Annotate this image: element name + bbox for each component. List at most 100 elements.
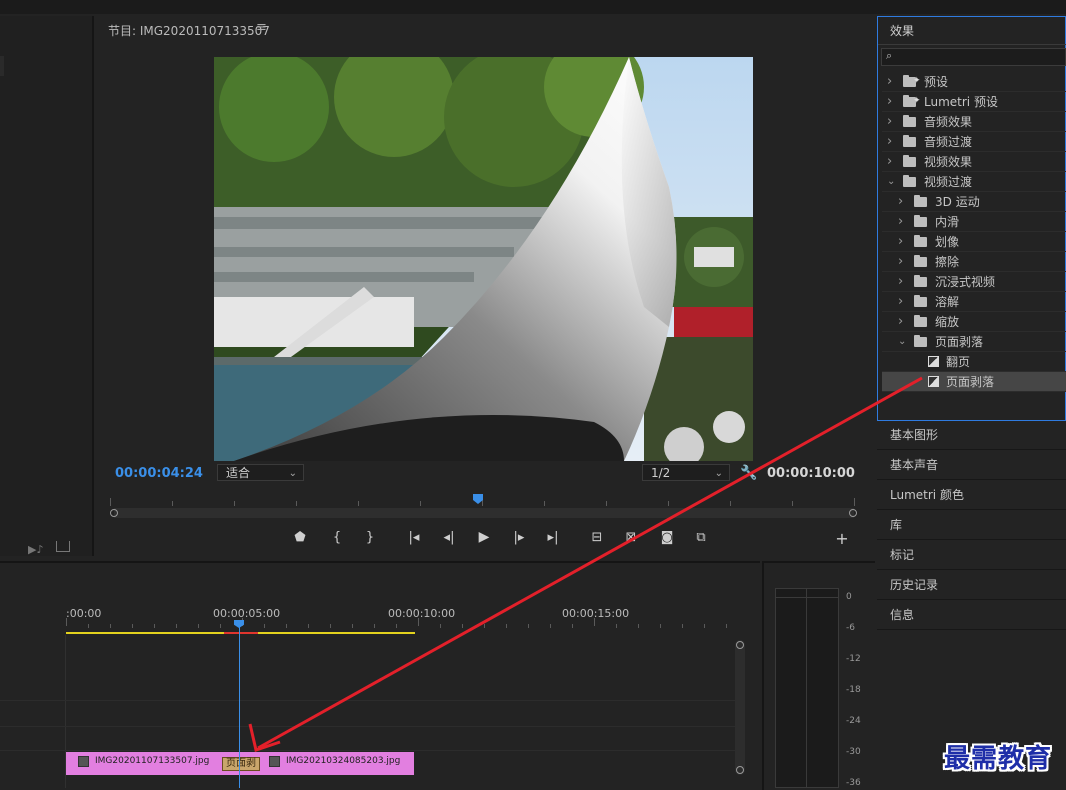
scrubber-end-handle[interactable] [849, 509, 857, 517]
chevron-right-icon[interactable]: › [898, 272, 903, 292]
out-point-icon[interactable]: } [361, 530, 379, 545]
effects-search-input[interactable]: ⌕ [881, 48, 1066, 66]
scrollbar-top-handle[interactable] [736, 641, 744, 649]
effects-tree-item-label: 视频效果 [924, 155, 973, 169]
effects-tree-item[interactable]: › 视频效果 [882, 152, 1066, 172]
timeline-tick [726, 624, 727, 628]
chevron-right-icon[interactable]: › [887, 132, 892, 152]
clip-name[interactable]: IMG20201107133507.jpg [95, 756, 209, 766]
effects-tree-item[interactable]: › 音频效果 [882, 112, 1066, 132]
chevron-right-icon[interactable]: › [898, 232, 903, 252]
side-panel-tab[interactable]: 基本声音 [877, 451, 1066, 480]
current-timecode[interactable]: 00:00:04:24 [115, 466, 203, 481]
effects-tree-item-label: 视频过渡 [924, 175, 973, 189]
panel-menu-icon[interactable]: ≡ [256, 20, 267, 35]
side-panel-tab[interactable]: 信息 [877, 601, 1066, 630]
chevron-right-icon[interactable]: › [898, 312, 903, 332]
zoom-select[interactable]: 适合 ⌄ [217, 464, 304, 481]
meter-scale-label: -12 [846, 654, 861, 664]
timeline-tick [330, 624, 331, 628]
chevron-right-icon[interactable]: › [887, 92, 892, 112]
panel-edge [0, 56, 4, 76]
folder-icon [903, 135, 916, 147]
add-icon[interactable]: + [833, 529, 851, 548]
effects-tree-item[interactable]: › ✦ 预设 [882, 72, 1066, 92]
in-point-icon[interactable]: { [328, 530, 346, 545]
effects-tree-item[interactable]: 翻页 [882, 352, 1066, 372]
timeline-tick [572, 624, 573, 628]
meter-scale-label: -36 [846, 778, 861, 788]
effects-tree-item[interactable]: › 溶解 [882, 292, 1066, 312]
wrench-icon[interactable]: 🔧 [740, 465, 757, 481]
compare-icon[interactable]: ⧉ [692, 530, 710, 545]
effects-tree-item[interactable]: › 擦除 [882, 252, 1066, 272]
chevron-right-icon[interactable]: › [898, 192, 903, 212]
audio-icon[interactable]: ▶♪ [28, 543, 43, 556]
page-peel-transition[interactable]: 页面剥 [222, 757, 260, 771]
effects-tree-item-label: 预设 [924, 75, 949, 89]
timeline-tick [198, 624, 199, 628]
camera-icon[interactable]: ◙ [658, 530, 676, 545]
effects-tree-item[interactable]: › 沉浸式视频 [882, 272, 1066, 292]
lift-icon[interactable]: ⊟ [588, 530, 606, 545]
clip-name[interactable]: IMG20210324085203.jpg [286, 756, 400, 766]
marker-icon[interactable]: ⬟ [291, 530, 309, 545]
effects-tree-item[interactable]: › 音频过渡 [882, 132, 1066, 152]
scrollbar-bottom-handle[interactable] [736, 766, 744, 774]
ruler-label: :00:00 [66, 607, 102, 620]
effects-tree-item-label: 音频效果 [924, 115, 973, 129]
effects-tree-item-label: 沉浸式视频 [935, 275, 996, 289]
go-to-out-icon[interactable]: ▸| [544, 530, 562, 545]
step-back-icon[interactable]: ◂| [440, 530, 458, 545]
effects-panel-title[interactable]: 效果 [890, 22, 914, 39]
chevron-right-icon[interactable]: › [887, 152, 892, 172]
side-panel-tab[interactable]: 基本图形 [877, 421, 1066, 450]
side-panel-tab[interactable]: 标记 [877, 541, 1066, 570]
chevron-right-icon[interactable]: › [898, 212, 903, 232]
timeline-scrollbar[interactable] [735, 640, 745, 775]
track-separator [0, 750, 735, 751]
effects-tree-item[interactable]: ⌄ 页面剥落 [882, 332, 1066, 352]
timeline-tick [462, 624, 463, 628]
effects-tree-item-label: 页面剥落 [946, 375, 995, 389]
meter-divider [806, 588, 807, 788]
resolution-select[interactable]: 1/2 ⌄ [642, 464, 730, 481]
timeline-tick [396, 624, 397, 628]
chevron-down-icon[interactable]: ⌄ [887, 172, 895, 192]
duration-timecode: 00:00:10:00 [767, 466, 855, 481]
program-monitor-title[interactable]: 节目: IMG20201107133507 [108, 22, 270, 39]
chevron-down-icon[interactable]: ⌄ [898, 332, 906, 352]
video-frame [214, 57, 753, 461]
export-icon[interactable] [56, 541, 70, 552]
effects-tree-item[interactable]: ⌄ 视频过渡 [882, 172, 1066, 192]
timeline-tick [154, 624, 155, 628]
side-panel-tab[interactable]: 库 [877, 511, 1066, 540]
folder-icon [903, 155, 916, 167]
side-panel-tab[interactable]: Lumetri 颜色 [877, 481, 1066, 510]
effects-tree-item[interactable]: › 内滑 [882, 212, 1066, 232]
extract-icon[interactable]: ⊠ [622, 530, 640, 545]
chevron-right-icon[interactable]: › [887, 72, 892, 92]
effects-tree-item[interactable]: › ✦ Lumetri 预设 [882, 92, 1066, 112]
timeline-tick [440, 624, 441, 628]
effects-tree-item[interactable]: › 划像 [882, 232, 1066, 252]
timeline-tick [374, 624, 375, 628]
chevron-right-icon[interactable]: › [887, 112, 892, 132]
scrubber-track[interactable] [114, 508, 854, 518]
play-icon[interactable]: ▶ [475, 529, 493, 545]
timeline-tick [506, 624, 507, 628]
effects-tree-item[interactable]: › 缩放 [882, 312, 1066, 332]
preset-star-icon: ✦ [913, 76, 921, 86]
go-to-in-icon[interactable]: |◂ [405, 530, 423, 545]
effects-tree-item[interactable]: 页面剥落 [882, 372, 1066, 392]
chevron-right-icon[interactable]: › [898, 292, 903, 312]
side-panel-tab[interactable]: 历史记录 [877, 571, 1066, 600]
scrubber-start-handle[interactable] [110, 509, 118, 517]
effects-tree-item[interactable]: › 3D 运动 [882, 192, 1066, 212]
chevron-right-icon[interactable]: › [898, 252, 903, 272]
effects-tree-item-label: 翻页 [946, 355, 971, 369]
effects-tree-item-label: Lumetri 预设 [924, 95, 998, 109]
timeline-tick [704, 624, 705, 628]
chevron-down-icon: ⌄ [714, 468, 723, 479]
step-forward-icon[interactable]: |▸ [510, 530, 528, 545]
